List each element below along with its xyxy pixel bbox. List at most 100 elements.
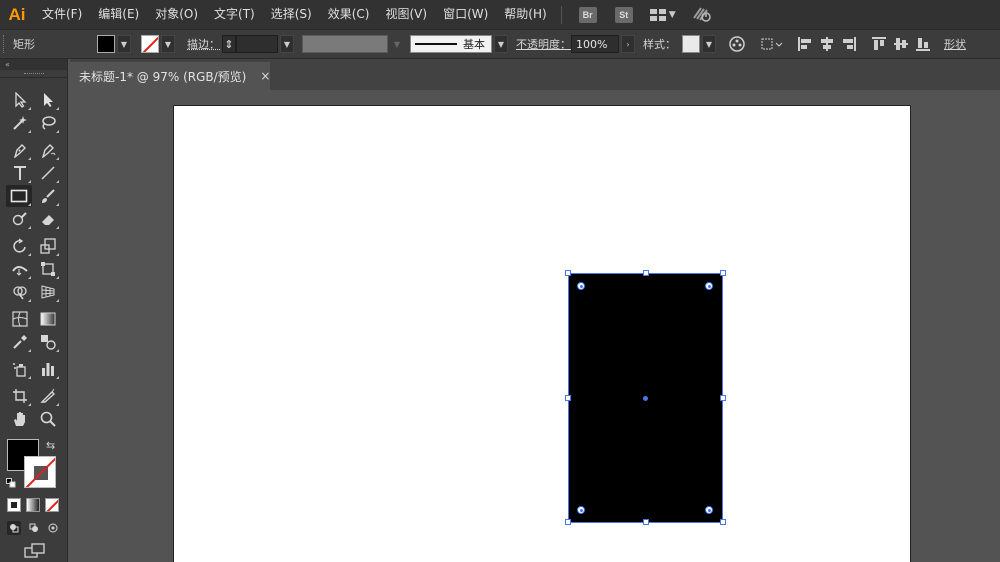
draw-normal-icon[interactable] xyxy=(7,521,21,535)
brush-dropdown[interactable]: ▼ xyxy=(494,35,508,53)
swap-fill-stroke-icon[interactable]: ⇆ xyxy=(46,439,55,452)
control-bar-grip[interactable] xyxy=(3,35,7,53)
menu-view[interactable]: 视图(V) xyxy=(377,0,435,29)
arrange-documents-button[interactable]: ▼ xyxy=(649,8,676,21)
shaper-tool-icon[interactable] xyxy=(8,208,32,230)
align-top-icon[interactable] xyxy=(870,35,888,53)
gpu-performance-icon[interactable] xyxy=(692,4,712,25)
lasso-tool-icon[interactable] xyxy=(36,112,60,134)
draw-inside-icon[interactable] xyxy=(46,521,60,535)
profile-dropdown[interactable]: ▼ xyxy=(390,35,404,53)
width-tool-icon[interactable] xyxy=(8,258,32,280)
align-vertical-center-icon[interactable] xyxy=(892,35,910,53)
resize-handle-bottom[interactable] xyxy=(643,519,649,525)
document-tab-bar: 未标题-1* @ 97% (RGB/预览) × xyxy=(70,59,1000,90)
resize-handle-left[interactable] xyxy=(565,395,571,401)
align-horizontal-center-icon[interactable] xyxy=(818,35,836,53)
fill-swatch[interactable] xyxy=(97,35,115,53)
menu-window[interactable]: 窗口(W) xyxy=(435,0,496,29)
draw-behind-icon[interactable] xyxy=(27,521,41,535)
free-transform-tool-icon[interactable] xyxy=(36,258,60,280)
column-graph-tool-icon[interactable] xyxy=(36,358,60,380)
direct-selection-tool-icon[interactable] xyxy=(36,89,60,111)
menu-edit[interactable]: 编辑(E) xyxy=(90,0,147,29)
pen-tool-icon[interactable] xyxy=(8,139,32,161)
opacity-field[interactable]: 100% xyxy=(571,35,619,53)
artboard-tool-icon[interactable] xyxy=(8,385,32,407)
gradient-mode-button[interactable] xyxy=(26,498,40,512)
scale-tool-icon[interactable] xyxy=(36,235,60,257)
variable-width-profile[interactable] xyxy=(302,35,388,53)
stroke-color-box[interactable] xyxy=(24,456,56,488)
menu-file[interactable]: 文件(F) xyxy=(34,0,90,29)
corner-radius-widget-top-right[interactable] xyxy=(705,282,713,290)
tool-name-label: 矩形 xyxy=(13,38,35,51)
blend-tool-icon[interactable] xyxy=(36,331,60,353)
paintbrush-tool-icon[interactable] xyxy=(36,185,60,207)
tools-panel-grip[interactable] xyxy=(0,70,67,78)
stroke-dropdown[interactable]: ▼ xyxy=(161,35,175,53)
stroke-weight-dropdown[interactable]: ▼ xyxy=(280,35,294,53)
eyedropper-tool-icon[interactable] xyxy=(8,331,32,353)
align-bottom-icon[interactable] xyxy=(914,35,932,53)
resize-handle-top[interactable] xyxy=(643,270,649,276)
resize-handle-top-left[interactable] xyxy=(565,270,571,276)
recolor-artwork-icon[interactable] xyxy=(728,35,746,53)
menu-type[interactable]: 文字(T) xyxy=(206,0,263,29)
menu-effect[interactable]: 效果(C) xyxy=(320,0,378,29)
gradient-tool-icon[interactable] xyxy=(36,308,60,330)
curvature-tool-icon[interactable] xyxy=(36,139,60,161)
corner-radius-widget-top-left[interactable] xyxy=(577,282,585,290)
document-tab[interactable]: 未标题-1* @ 97% (RGB/预览) × xyxy=(70,62,270,90)
shape-center-point[interactable] xyxy=(643,396,648,401)
opacity-label[interactable]: 不透明度： xyxy=(516,36,571,52)
bridge-button[interactable]: Br xyxy=(578,6,597,23)
corner-radius-widget-bottom-right[interactable] xyxy=(705,506,713,514)
resize-handle-bottom-left[interactable] xyxy=(565,519,571,525)
fill-dropdown[interactable]: ▼ xyxy=(117,35,131,53)
default-fill-stroke-icon[interactable] xyxy=(6,477,16,491)
graphic-style-swatch[interactable] xyxy=(682,35,700,53)
hand-tool-icon[interactable] xyxy=(8,408,32,430)
stroke-weight-stepper[interactable]: ⇕ xyxy=(222,35,236,53)
resize-handle-top-right[interactable] xyxy=(720,270,726,276)
selection-tool-icon[interactable] xyxy=(8,89,32,111)
black-rectangle-shape[interactable] xyxy=(565,270,726,525)
mesh-tool-icon[interactable] xyxy=(8,308,32,330)
stroke-weight-field[interactable] xyxy=(236,35,278,53)
stroke-swatch[interactable] xyxy=(141,35,159,53)
brush-definition[interactable]: 基本 xyxy=(410,35,492,53)
tools-collapse-button[interactable]: « xyxy=(0,59,67,70)
corner-radius-widget-bottom-left[interactable] xyxy=(577,506,585,514)
transform-reference-icon[interactable] xyxy=(758,35,786,53)
shape-builder-tool-icon[interactable] xyxy=(8,281,32,303)
opacity-dropdown[interactable]: › xyxy=(621,35,635,53)
menu-object[interactable]: 对象(O) xyxy=(147,0,206,29)
stroke-label[interactable]: 描边： xyxy=(187,36,220,52)
screen-mode-icon[interactable] xyxy=(24,543,46,562)
close-icon[interactable]: × xyxy=(260,69,270,83)
resize-handle-right[interactable] xyxy=(720,395,726,401)
menu-select[interactable]: 选择(S) xyxy=(263,0,320,29)
none-mode-button[interactable] xyxy=(45,498,59,512)
align-right-icon[interactable] xyxy=(840,35,858,53)
slice-tool-icon[interactable] xyxy=(36,385,60,407)
line-segment-tool-icon[interactable] xyxy=(36,162,60,184)
color-mode-button[interactable] xyxy=(7,498,21,512)
canvas-area[interactable] xyxy=(70,90,1000,562)
stock-button[interactable]: St xyxy=(614,6,633,23)
magic-wand-tool-icon[interactable] xyxy=(8,112,32,134)
rectangle-tool-icon[interactable] xyxy=(6,185,32,207)
type-tool-icon[interactable] xyxy=(8,162,32,184)
align-left-icon[interactable] xyxy=(796,35,814,53)
menu-help[interactable]: 帮助(H) xyxy=(496,0,554,29)
artboard[interactable] xyxy=(173,105,911,562)
zoom-tool-icon[interactable] xyxy=(36,408,60,430)
shape-properties-link[interactable]: 形状 xyxy=(944,36,966,52)
perspective-grid-tool-icon[interactable] xyxy=(36,281,60,303)
resize-handle-bottom-right[interactable] xyxy=(720,519,726,525)
rotate-tool-icon[interactable] xyxy=(8,235,32,257)
eraser-tool-icon[interactable] xyxy=(36,208,60,230)
style-dropdown[interactable]: ▼ xyxy=(702,35,716,53)
symbol-sprayer-tool-icon[interactable] xyxy=(8,358,32,380)
